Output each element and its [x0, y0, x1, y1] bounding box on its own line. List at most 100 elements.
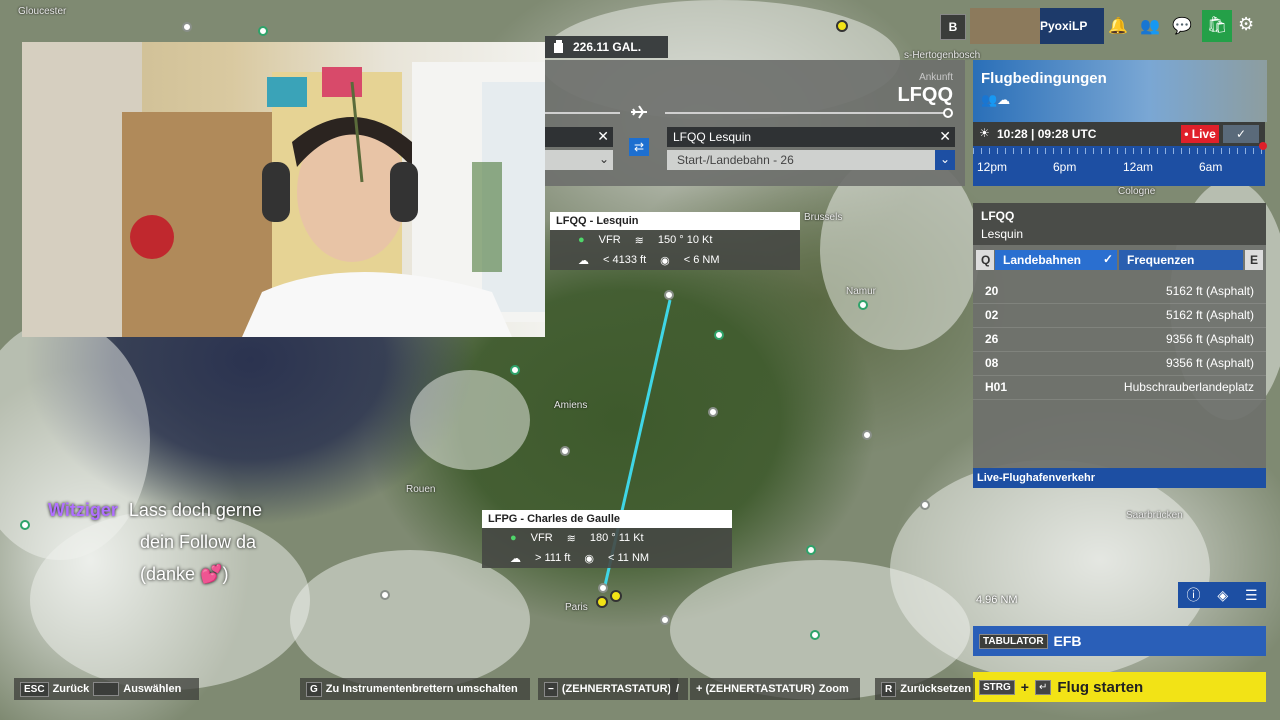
- zoom-in-key[interactable]: + (ZEHNERTASTATUR): [696, 683, 815, 695]
- info-icon[interactable]: ⓘ: [1186, 585, 1200, 605]
- airport-marker[interactable]: [20, 520, 30, 530]
- airport-marker[interactable]: [858, 300, 868, 310]
- flight-conditions-panel[interactable]: Flugbedingungen 👥☁: [973, 60, 1267, 122]
- tab-runways-label: Landebahnen: [1003, 253, 1082, 267]
- airport-marker[interactable]: [708, 407, 718, 417]
- arrival-runway-select[interactable]: Start-/Landebahn - 26 ⌄: [667, 150, 955, 170]
- hint-zoom-out: − (ZEHNERTASTATUR): [538, 678, 678, 700]
- airport-marker[interactable]: [510, 365, 520, 375]
- slash: /: [676, 683, 680, 695]
- airport-marker-lfqq[interactable]: [664, 290, 674, 300]
- airport-card-lfpg[interactable]: LFPG - Charles de Gaulle ● VFR ≋ 180 ° 1…: [482, 510, 732, 568]
- airport-marker[interactable]: [810, 630, 820, 640]
- airport-marker[interactable]: [560, 446, 570, 456]
- airport-marker[interactable]: [806, 545, 816, 555]
- avatar[interactable]: [970, 8, 1040, 44]
- time-tick: 12pm: [977, 160, 1008, 174]
- tab-prev-key[interactable]: Q: [976, 250, 994, 270]
- airport-code: LFQQ: [981, 209, 1015, 223]
- cloud-icon: ☁: [578, 254, 589, 267]
- time-slider-handle[interactable]: [1259, 142, 1267, 150]
- runway-row[interactable]: 20 5162 ft (Asphalt): [973, 279, 1266, 304]
- airport-name: Lesquin: [981, 227, 1024, 241]
- hint-slash: /: [670, 678, 688, 700]
- start-flight-button[interactable]: STRG + ↵ Flug starten: [973, 672, 1266, 702]
- wind: 150 ° 10 Kt: [657, 234, 713, 246]
- efb-key: TABULATOR: [979, 633, 1048, 649]
- airport-marker-lfpg[interactable]: [598, 583, 608, 593]
- live-button[interactable]: • Live: [1181, 125, 1219, 143]
- fuel-value: 226.11 GAL.: [573, 40, 642, 54]
- instruments-label[interactable]: Zu Instrumentenbrettern umschalten: [326, 683, 518, 695]
- runway-row[interactable]: H01 Hubschrauberlandeplatz: [973, 375, 1266, 400]
- filter-icon[interactable]: ☰: [1245, 587, 1258, 604]
- city-label: Paris: [565, 602, 588, 613]
- departure-field[interactable]: ✕: [545, 127, 613, 147]
- clear-arrival-icon[interactable]: ✕: [939, 128, 951, 145]
- city-label: Saarbrücken: [1126, 510, 1183, 521]
- plane-icon: [631, 105, 647, 119]
- plus-sign: +: [1020, 679, 1029, 695]
- status-dot-icon: ●: [510, 532, 517, 544]
- time-tick: 6pm: [1053, 160, 1077, 174]
- hint-reset: R Zurücksetzen: [875, 678, 975, 700]
- airport-marker[interactable]: [920, 500, 930, 510]
- airport-info-panel: LFQQ Lesquin Q Landebahnen ✓ Frequenzen …: [973, 203, 1266, 488]
- clear-departure-icon[interactable]: ✕: [597, 128, 609, 145]
- hint-instruments: G Zu Instrumentenbrettern umschalten: [300, 678, 530, 700]
- runway-row[interactable]: 02 5162 ft (Asphalt): [973, 303, 1266, 328]
- bell-icon[interactable]: 🔔: [1108, 16, 1128, 36]
- r-key[interactable]: R: [881, 681, 897, 697]
- players-cloud-icon: 👥☁: [981, 92, 1011, 107]
- airport-marker[interactable]: [660, 615, 670, 625]
- divider: [545, 112, 620, 114]
- tab-frequencies[interactable]: Frequenzen: [1119, 250, 1243, 270]
- wind: 180 ° 11 Kt: [589, 532, 644, 544]
- back-label[interactable]: Zurück: [53, 683, 90, 695]
- time-panel[interactable]: ☀ 10:28 | 09:28 UTC • Live ✓ 12pm 6pm 12…: [973, 122, 1267, 186]
- airport-marker[interactable]: [862, 430, 872, 440]
- airport-marker[interactable]: [380, 590, 390, 600]
- departure-runway-select[interactable]: ⌄: [545, 150, 613, 170]
- flight-rules: VFR: [530, 532, 553, 544]
- arrival-dot-icon: [943, 108, 953, 118]
- zoom-label[interactable]: Zoom: [819, 683, 849, 695]
- g-key[interactable]: G: [306, 681, 322, 697]
- runway-row[interactable]: 08 9356 ft (Asphalt): [973, 351, 1266, 376]
- esc-key[interactable]: ESC: [20, 681, 49, 697]
- hint-zoom-in: + (ZEHNERTASTATUR) Zoom: [690, 678, 860, 700]
- airport-marker[interactable]: [714, 330, 724, 340]
- top-bar: B PyoxiLP 🔔 👥 💬 🛍 ⚙: [940, 8, 1270, 44]
- airport-marker[interactable]: [258, 26, 268, 36]
- zoom-out-key[interactable]: (ZEHNERTASTATUR): [562, 683, 671, 695]
- chat-icon[interactable]: 💬: [1172, 16, 1192, 36]
- swap-route-icon[interactable]: ⇄: [629, 138, 649, 156]
- tab-next-key[interactable]: E: [1245, 250, 1263, 270]
- tab-runways[interactable]: Landebahnen ✓: [995, 250, 1117, 270]
- city-label: Namur: [846, 286, 877, 297]
- wind-icon: ≋: [566, 532, 576, 545]
- efb-button[interactable]: TABULATOR EFB: [973, 626, 1266, 656]
- time-ticks: [973, 148, 1265, 154]
- poi-marker[interactable]: [836, 20, 848, 32]
- reset-label[interactable]: Zurücksetzen: [900, 683, 971, 695]
- checkmark-icon[interactable]: ✓: [1223, 125, 1259, 143]
- runway-row[interactable]: 26 9356 ft (Asphalt): [973, 327, 1266, 352]
- arrival-field[interactable]: LFQQ Lesquin ✕: [667, 127, 955, 147]
- chat-line: (danke 💕): [140, 564, 229, 584]
- city-label: Rouen: [406, 484, 436, 495]
- gear-icon[interactable]: ⚙: [1238, 14, 1254, 35]
- layers-icon[interactable]: ◈: [1217, 587, 1228, 604]
- live-traffic-button[interactable]: Live-Flughafenverkehr: [973, 468, 1266, 488]
- airport-card-lfqq[interactable]: LFQQ - Lesquin ● VFR ≋ 150 ° 10 Kt ☁ < 4…: [550, 212, 800, 270]
- marketplace-icon[interactable]: 🛍: [1202, 10, 1232, 42]
- friends-icon[interactable]: 👥: [1140, 16, 1160, 36]
- chat-line: dein Follow da: [140, 532, 257, 552]
- profile-badge[interactable]: B: [940, 14, 966, 40]
- poi-marker[interactable]: [610, 590, 622, 602]
- card-title: LFPG - Charles de Gaulle: [482, 510, 732, 528]
- select-label[interactable]: Auswählen: [123, 683, 181, 695]
- poi-marker[interactable]: [596, 596, 608, 608]
- eye-icon: ◉: [584, 552, 594, 565]
- airport-marker[interactable]: [182, 22, 192, 32]
